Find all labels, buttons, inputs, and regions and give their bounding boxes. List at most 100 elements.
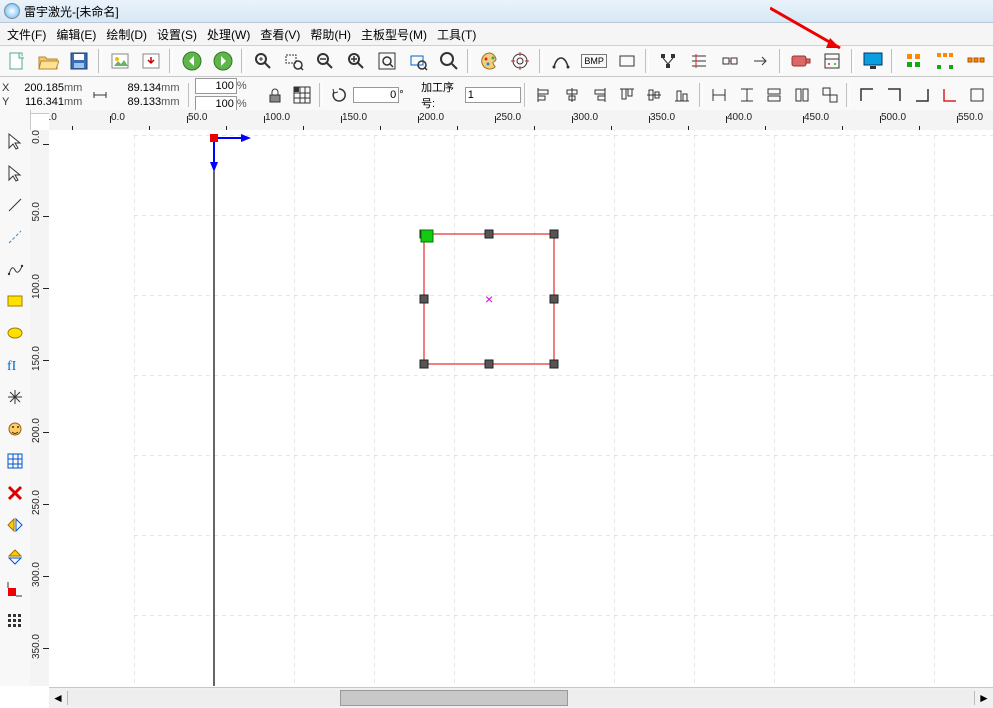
menu-settings[interactable]: 设置(S) (152, 25, 202, 44)
x-label: X (2, 82, 12, 94)
svg-text:fI: fI (7, 359, 17, 374)
job-number-input[interactable] (465, 87, 521, 103)
text-tool[interactable]: fI (2, 352, 28, 378)
scale-x-input[interactable] (195, 78, 237, 94)
menu-board[interactable]: 主板型号(M) (356, 25, 432, 44)
toolbar-2: X200.185mm Y116.341mm 89.134mm 89.133mm … (0, 77, 993, 114)
ruler-h-tick: 150.0 (342, 112, 367, 123)
align-hcenter-button[interactable] (559, 81, 585, 109)
same-height-button[interactable] (789, 81, 815, 109)
delete-tool[interactable] (2, 480, 28, 506)
ruler-h-tick: 550.0 (958, 112, 983, 123)
window-title: 雷宇激光-[未命名] (24, 3, 119, 20)
align-left-button[interactable] (531, 81, 557, 109)
app-logo-icon (4, 3, 20, 19)
array-tool-1[interactable] (899, 47, 928, 75)
ellipse-tool[interactable] (2, 320, 28, 346)
align-bottom-button[interactable] (669, 81, 695, 109)
trace-tool[interactable] (2, 416, 28, 442)
ruler-h-tick: 50.0 (188, 112, 207, 123)
monitor-button[interactable] (858, 47, 887, 75)
palette-button[interactable] (475, 47, 504, 75)
ruler-v-tick: 0.0 (31, 130, 42, 144)
menu-draw[interactable]: 绘制(D) (101, 25, 152, 44)
menubar: 文件(F) 编辑(E) 绘制(D) 设置(S) 处理(W) 查看(V) 帮助(H… (0, 23, 993, 46)
rectangle-icon[interactable] (612, 47, 641, 75)
origin-tool[interactable] (2, 576, 28, 602)
ruler-v-tick: 100.0 (31, 274, 42, 299)
corner-br-button[interactable] (909, 81, 935, 109)
width-value: 89.134 (109, 82, 161, 94)
anchor-grid-button[interactable] (289, 81, 315, 109)
precision-button[interactable] (506, 47, 535, 75)
select-tool[interactable] (2, 128, 28, 154)
left-toolbox: fI (0, 110, 31, 686)
rectangle-tool[interactable] (2, 288, 28, 314)
save-button[interactable] (65, 47, 94, 75)
menu-help[interactable]: 帮助(H) (305, 25, 356, 44)
zoom-reset-button[interactable] (249, 47, 278, 75)
align-top-button[interactable] (614, 81, 640, 109)
size-lock-button[interactable] (715, 47, 744, 75)
ruler-horizontal: [80,160,240,320,400,480,560,640,720,800,… (49, 110, 993, 131)
machine-button[interactable] (787, 47, 816, 75)
corner-tr-button[interactable] (882, 81, 908, 109)
mirror-v-tool[interactable] (2, 544, 28, 570)
x-value: 200.185 (12, 82, 64, 94)
ruler-h-tick: 350.0 (650, 112, 675, 123)
export-image-button[interactable] (136, 47, 165, 75)
array-grid-tool[interactable] (2, 608, 28, 634)
toolbar-1: BMP (0, 46, 993, 77)
dist-h-button[interactable] (707, 81, 733, 109)
settings-panel-button[interactable] (818, 47, 847, 75)
ruler-h-tick: 400.0 (727, 112, 752, 123)
menu-edit[interactable]: 编辑(E) (51, 25, 101, 44)
menu-file[interactable]: 文件(F) (2, 25, 51, 44)
zoom-area-button[interactable] (280, 47, 309, 75)
nav-forward-button[interactable] (208, 47, 237, 75)
curve-tool-button[interactable] (547, 47, 576, 75)
corner-bl-button[interactable] (937, 81, 963, 109)
bezier-tool[interactable] (2, 256, 28, 282)
zoom-out-button[interactable] (311, 47, 340, 75)
mirror-h-tool[interactable] (2, 512, 28, 538)
menu-process[interactable]: 处理(W) (202, 25, 255, 44)
ruler-v-tick: 300.0 (31, 562, 42, 587)
zoom-fit-button[interactable] (373, 47, 402, 75)
hatch-button[interactable] (684, 47, 713, 75)
nav-back-button[interactable] (177, 47, 206, 75)
array-tool-3[interactable] (961, 47, 990, 75)
node-tool-button[interactable] (653, 47, 682, 75)
grid-array-tool[interactable] (2, 448, 28, 474)
zoom-tool-button[interactable] (434, 47, 463, 75)
same-size-button[interactable] (817, 81, 843, 109)
open-file-button[interactable] (34, 47, 63, 75)
lock-aspect-button[interactable] (262, 81, 288, 109)
y-label: Y (2, 96, 12, 108)
point-tool[interactable] (2, 384, 28, 410)
y-value: 116.341 (12, 96, 64, 108)
node-edit-tool[interactable] (2, 160, 28, 186)
import-image-button[interactable] (106, 47, 135, 75)
zoom-in-button[interactable] (342, 47, 371, 75)
dist-v-button[interactable] (734, 81, 760, 109)
corner-tl-button[interactable] (854, 81, 880, 109)
ruler-v-tick: 350.0 (31, 634, 42, 659)
polyline-tool[interactable] (2, 224, 28, 250)
align-right-button[interactable] (587, 81, 613, 109)
ruler-h-tick: 250.0 (496, 112, 521, 123)
menu-view[interactable]: 查看(V) (255, 25, 305, 44)
new-file-button[interactable] (3, 47, 32, 75)
menu-tool[interactable]: 工具(T) (432, 25, 481, 44)
rotate-input[interactable] (353, 87, 399, 103)
bmp-button[interactable]: BMP (578, 47, 611, 75)
move-right-button[interactable] (746, 47, 775, 75)
center-point-button[interactable] (964, 81, 990, 109)
canvas[interactable]: × (49, 130, 993, 686)
same-width-button[interactable] (762, 81, 788, 109)
line-tool[interactable] (2, 192, 28, 218)
array-tool-2[interactable] (930, 47, 959, 75)
align-vcenter-button[interactable] (642, 81, 668, 109)
horizontal-scrollbar[interactable]: ◄ ► (49, 687, 993, 708)
zoom-selection-button[interactable] (403, 47, 432, 75)
